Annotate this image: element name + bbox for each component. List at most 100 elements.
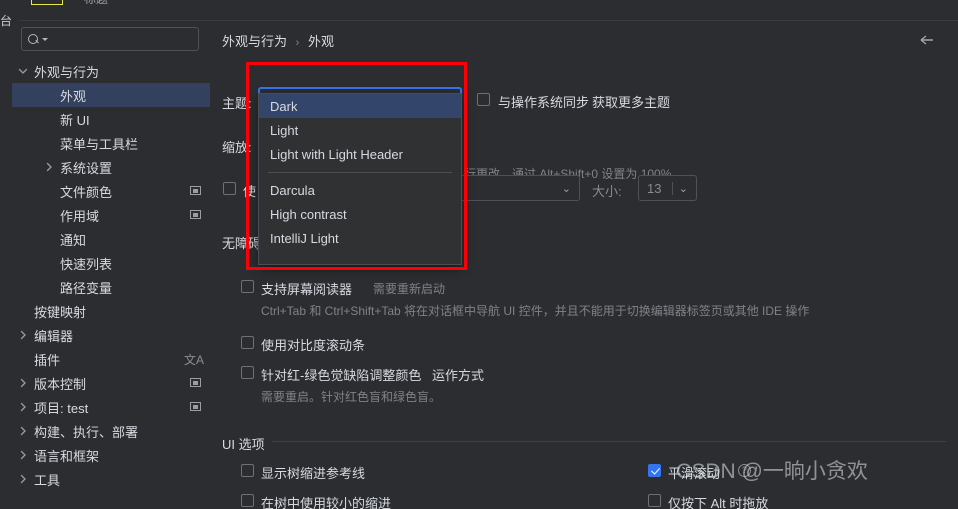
ui-option-label: 在树中使用较小的缩进 (261, 496, 392, 509)
sidebar-item-label: 插件 (34, 352, 61, 368)
settings-sidebar: 外观与行为外观新 UI 菜单与工具栏 系统设置文件颜色作用域通知快速列表路径变量按键… (12, 21, 210, 509)
sidebar-item[interactable]: 插件 文A (12, 347, 210, 371)
sidebar-item[interactable]: 编辑器 (12, 323, 210, 347)
sidebar-item-label: 按键映射 (34, 304, 87, 320)
window-badge-icon (190, 210, 201, 219)
sidebar-item[interactable]: 构建、执行、部署 (12, 419, 210, 443)
dropdown-item[interactable]: Light (259, 118, 461, 142)
chevron-down-icon[interactable] (17, 65, 29, 77)
font-size-label: 大小: (592, 184, 622, 199)
sidebar-item[interactable]: 工具 (12, 467, 210, 491)
sidebar-item[interactable]: 按键映射 (12, 299, 210, 323)
sidebar-item[interactable]: 菜单与工具栏 (12, 131, 210, 155)
contrast-scrollbar-checkbox[interactable] (241, 336, 254, 349)
sidebar-item[interactable]: 语言和框架 (12, 443, 210, 467)
sidebar-item[interactable]: 系统设置 (12, 155, 210, 179)
sidebar-item[interactable]: 版本控制 (12, 371, 210, 395)
chevron-down-icon (42, 37, 48, 41)
settings-dialog: 标题 台 外观与行为外观新 UI菜单与工具栏系统设置文件颜色作用域通知快速列表路… (0, 0, 958, 509)
window-badge-icon (190, 402, 201, 411)
contrast-scrollbar-label: 使用对比度滚动条 (261, 338, 366, 353)
search-input[interactable] (21, 27, 199, 51)
use-custom-font-checkbox[interactable] (223, 182, 236, 195)
sync-os-checkbox[interactable] (477, 93, 490, 106)
colorblind-checkbox[interactable] (241, 366, 254, 379)
watermark-text: CSDN @一晌小贪欢 (676, 460, 868, 483)
sidebar-item-label: 语言和框架 (34, 448, 100, 464)
window-badge-icon (190, 378, 201, 387)
ui-option-label: 显示树缩进参考线 (261, 466, 366, 481)
sidebar-item[interactable]: 新 UI (12, 107, 210, 131)
sidebar-item-label: 工具 (34, 472, 61, 488)
colorblind-label: 针对红-绿色觉缺陷调整颜色 (261, 368, 422, 383)
highlight-box-icon (31, 0, 63, 5)
breadcrumb-separator: › (295, 37, 300, 49)
ui-option-checkbox[interactable] (241, 494, 254, 507)
sidebar-item-label: 系统设置 (60, 160, 113, 176)
chevron-right-icon[interactable] (43, 161, 55, 173)
ui-option-checkbox[interactable] (648, 494, 661, 507)
ui-options-divider (222, 441, 946, 442)
dropdown-item[interactable]: Darcula (259, 178, 461, 202)
font-size-value: 13 (647, 180, 662, 196)
chevron-right-icon[interactable] (17, 401, 29, 413)
chevron-right-icon[interactable] (17, 329, 29, 341)
dropdown-item[interactable]: Dark (259, 94, 461, 118)
chevron-right-icon[interactable] (17, 473, 29, 485)
breadcrumb-parent[interactable]: 外观与行为 (222, 34, 287, 49)
sidebar-item-label: 快速列表 (60, 256, 113, 272)
sidebar-item-label: 路径变量 (60, 280, 113, 296)
sidebar-item-label: 外观与行为 (34, 64, 100, 80)
sidebar-item[interactable]: 项目: test (12, 395, 210, 419)
sidebar-item[interactable]: 外观 (12, 83, 210, 107)
sidebar-item-label: 外观 (60, 88, 87, 104)
sidebar-item-label: 构建、执行、部署 (34, 424, 139, 440)
sidebar-item[interactable]: 路径变量 (12, 275, 210, 299)
chevron-right-icon[interactable] (17, 377, 29, 389)
font-size-combobox[interactable]: 13 ⌄ (638, 175, 697, 201)
use-custom-font-label: 使 (243, 184, 257, 199)
sidebar-item[interactable]: 文件颜色 (12, 179, 210, 203)
sync-os-label: 与操作系统同步 (498, 95, 590, 110)
screen-reader-label: 支持屏幕阅读器 (261, 282, 353, 297)
chevron-down-icon: ⌄ (561, 182, 571, 195)
font-family-combobox[interactable]: ⌄ (450, 175, 580, 201)
breadcrumb: 外观与行为 › 外观 (222, 31, 334, 50)
dropdown-item[interactable]: IntelliJ Light (259, 226, 461, 250)
tab-navigation-hint: Ctrl+Tab 和 Ctrl+Shift+Tab 将在对话框中导航 UI 控件… (261, 304, 810, 318)
theme-dropdown-menu[interactable]: Dark Light Light with Light Header Darcula H… (258, 93, 462, 265)
accessibility-section-label: 无障碍 (222, 236, 262, 251)
dropdown-item[interactable]: High contrast (259, 202, 461, 226)
dropdown-separator (268, 172, 452, 173)
window-titlebar-strip: 标题 (0, 0, 958, 20)
screen-reader-restart-hint: 需要重新启动 (373, 282, 446, 296)
sidebar-item-label: 文件颜色 (60, 184, 113, 200)
screen-reader-checkbox[interactable] (241, 280, 254, 293)
sidebar-item-label: 作用域 (60, 208, 100, 224)
titlebar-ghost-text: 标题 (84, 0, 108, 7)
dropdown-item[interactable]: Light with Light Header (259, 142, 461, 166)
colorblind-hint: 需要重启。针对红色盲和绿色盲。 (261, 390, 442, 404)
translate-icon: 文A (183, 353, 204, 367)
sidebar-item-label: 菜单与工具栏 (60, 136, 139, 152)
chevron-right-icon[interactable] (17, 425, 29, 437)
sidebar-item[interactable]: 快速列表 (12, 251, 210, 275)
chevron-right-icon[interactable] (17, 449, 29, 461)
sidebar-item-label: 项目: test (34, 400, 89, 416)
sidebar-item-label: 通知 (60, 232, 87, 248)
window-badge-icon (190, 186, 201, 195)
zoom-label: 缩放: (222, 140, 252, 155)
chevron-down-icon: ⌄ (671, 181, 692, 195)
sidebar-item-label: 版本控制 (34, 376, 87, 392)
colorblind-how-it-works-link[interactable]: 运作方式 (432, 365, 484, 384)
sidebar-item[interactable]: 作用域 (12, 203, 210, 227)
sidebar-item-label: 新 UI (60, 112, 90, 128)
back-arrow-icon[interactable] (918, 31, 936, 49)
sidebar-item[interactable]: 通知 (12, 227, 210, 251)
ui-option-checkbox[interactable] (241, 464, 254, 477)
ui-option-checkbox[interactable] (648, 464, 661, 477)
search-icon (28, 33, 41, 46)
get-more-themes-link[interactable]: 获取更多主题 (592, 92, 670, 111)
breadcrumb-current: 外观 (307, 34, 334, 49)
sidebar-item[interactable]: 外观与行为 (12, 59, 210, 83)
